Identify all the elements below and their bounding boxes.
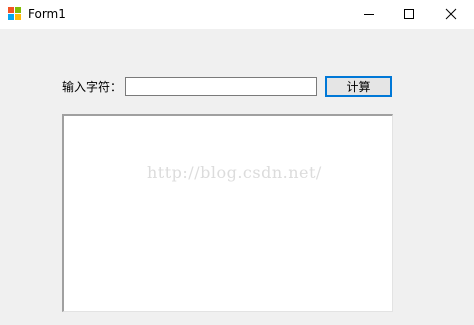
- character-input[interactable]: [125, 77, 317, 96]
- title-bar[interactable]: Form1: [0, 0, 474, 29]
- minimize-button[interactable]: [349, 0, 389, 29]
- input-label: 输入字符：: [62, 80, 123, 94]
- window-title: Form1: [28, 7, 66, 21]
- watermark-text: http://blog.csdn.net/: [147, 163, 322, 182]
- maximize-button[interactable]: [389, 0, 429, 29]
- calculate-button[interactable]: 计算: [325, 76, 392, 97]
- output-textbox[interactable]: [62, 114, 393, 312]
- winforms-app-icon[interactable]: [8, 7, 22, 21]
- main-window: Form1 输入字符： 计算 http://blog.csdn.net/: [0, 0, 474, 325]
- close-button[interactable]: [431, 0, 471, 29]
